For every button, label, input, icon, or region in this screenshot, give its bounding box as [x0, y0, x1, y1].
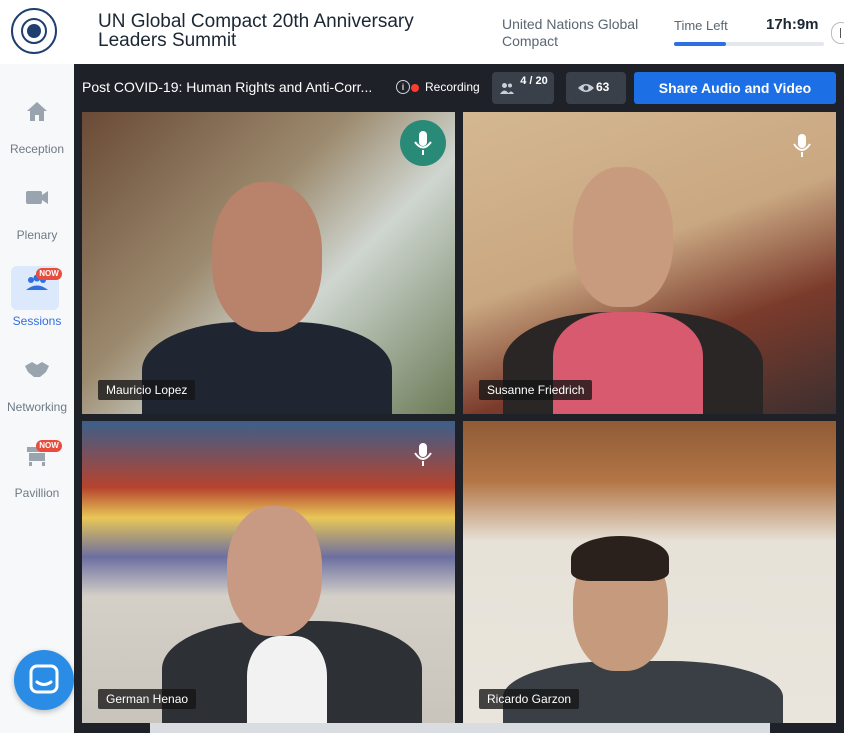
horizontal-scrollbar[interactable] [150, 723, 770, 733]
session-stage: Post COVID-19: Human Rights and Anti-Cor… [74, 64, 844, 733]
session-title: Post COVID-19: Human Rights and Anti-Cor… [82, 79, 373, 95]
microphone-icon [793, 134, 811, 157]
event-title: UN Global Compact 20th Anniversary Leade… [98, 11, 414, 51]
house-icon [27, 102, 47, 121]
participant-count-text: 4 / 20 [520, 75, 548, 87]
now-badge: NOW [36, 440, 62, 452]
info-icon[interactable]: i [396, 80, 410, 94]
people-icon [500, 83, 514, 94]
video-tile-german-henao[interactable]: German Henao [82, 421, 455, 723]
sidebar-item-label: Reception [9, 142, 65, 156]
recording-label: Recording [425, 80, 480, 94]
chat-bubble-icon [29, 664, 59, 694]
video-tile-mauricio-lopez[interactable]: Mauricio Lopez [82, 112, 455, 414]
view-count-text: 63 [596, 80, 610, 94]
toggle-panel-button[interactable] [831, 22, 844, 44]
session-toolbar: Post COVID-19: Human Rights and Anti-Cor… [74, 64, 844, 110]
sidebar-item-pavillion[interactable]: NOW Pavillion [0, 440, 74, 522]
time-left-progress [674, 42, 824, 46]
speaking-mic-indicator [400, 120, 446, 166]
sidebar-item-label: Pavillion [14, 486, 60, 500]
un-global-compact-logo [11, 8, 57, 54]
time-left-value: 17h:9m [766, 16, 819, 33]
sidebar-item-sessions[interactable]: NOW Sessions [0, 266, 74, 350]
sidebar-nav: Reception Plenary NOW Sessions Networkin… [0, 64, 74, 733]
recording-indicator-icon [411, 84, 419, 92]
organization-name: United Nations Global Compact [502, 16, 639, 49]
sidebar-item-plenary[interactable]: Plenary [0, 184, 74, 264]
now-badge: NOW [36, 268, 62, 280]
sidebar-item-reception[interactable]: Reception [0, 98, 74, 178]
handshake-icon [25, 362, 49, 377]
chat-launcher-button[interactable] [14, 650, 74, 710]
sidebar-item-label: Sessions [12, 314, 62, 328]
time-left-label: Time Left [674, 18, 728, 33]
sidebar-item-label: Networking [6, 400, 68, 414]
sidebar-item-networking[interactable]: Networking [0, 356, 74, 436]
view-count: 63 [566, 72, 626, 104]
microphone-icon [414, 443, 432, 466]
participant-name-tag: Ricardo Garzon [479, 689, 580, 709]
sidebar-item-label: Plenary [16, 228, 58, 242]
participant-name-tag: Susanne Friedrich [479, 380, 593, 400]
participant-count[interactable]: 4 / 20 [492, 72, 554, 104]
participant-name-tag: Mauricio Lopez [98, 380, 196, 400]
video-tile-susanne-friedrich[interactable]: Susanne Friedrich [463, 112, 836, 414]
eye-icon [578, 84, 594, 92]
top-header: UN Global Compact 20th Anniversary Leade… [0, 0, 844, 64]
video-camera-icon [26, 191, 48, 204]
microphone-icon [414, 131, 432, 155]
video-tile-ricardo-garzon[interactable]: Ricardo Garzon [463, 421, 836, 723]
participant-name-tag: German Henao [98, 689, 197, 709]
share-audio-video-button[interactable]: Share Audio and Video [634, 72, 836, 104]
